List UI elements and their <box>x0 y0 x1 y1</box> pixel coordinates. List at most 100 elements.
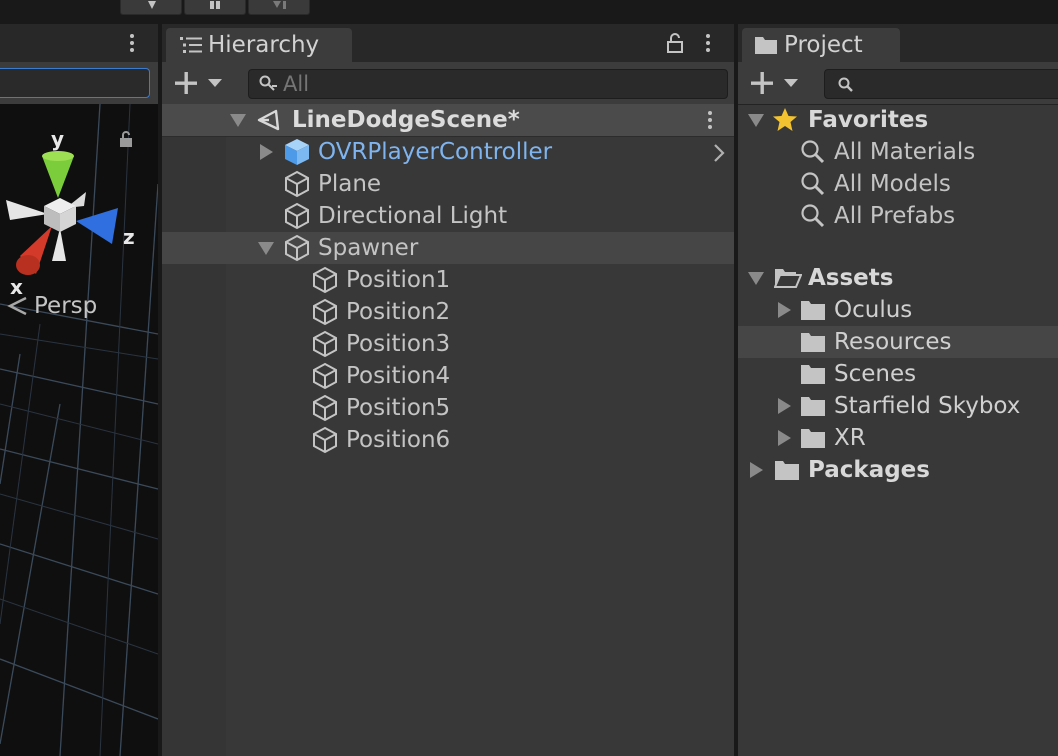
expand-arrow-icon[interactable] <box>230 114 246 127</box>
search-filter-icon <box>259 75 277 91</box>
expand-arrow-icon[interactable] <box>748 272 764 285</box>
folder-icon <box>801 333 825 352</box>
project-search-field[interactable] <box>824 69 1058 99</box>
favorites-item-all-models[interactable]: All Models <box>738 168 1058 200</box>
hierarchy-item-label: Spawner <box>318 235 419 261</box>
gameobject-cube-icon <box>285 234 309 262</box>
scene-tabstrip <box>0 24 158 62</box>
scene-row[interactable]: LineDodgeScene* <box>162 104 734 137</box>
hierarchy-item-label: Position4 <box>346 363 451 389</box>
hierarchy-item-plane[interactable]: Plane <box>162 168 734 200</box>
chevron-right-icon[interactable] <box>712 143 726 163</box>
pause-button[interactable] <box>184 0 246 15</box>
hierarchy-item-label: OVRPlayerController <box>318 139 553 165</box>
folder-label: Resources <box>834 329 952 355</box>
hierarchy-item-ovrplayercontroller[interactable]: OVRPlayerController <box>162 136 734 168</box>
hierarchy-item-position5[interactable]: Position5 <box>162 392 734 424</box>
favorites-item-label: All Models <box>834 171 951 197</box>
folder-icon <box>801 397 825 416</box>
assets-folder-oculus[interactable]: Oculus <box>738 294 1058 326</box>
gameobject-cube-icon <box>313 394 337 422</box>
gameobject-cube-icon <box>313 426 337 454</box>
hierarchy-item-label: Position3 <box>346 331 451 357</box>
star-icon <box>773 108 797 131</box>
favorites-item-all-prefabs[interactable]: All Prefabs <box>738 200 1058 232</box>
folder-icon <box>755 37 777 54</box>
scene-menu-kebab[interactable] <box>130 34 134 52</box>
tab-hierarchy[interactable]: Hierarchy <box>166 28 352 62</box>
plus-icon <box>751 72 773 94</box>
favorites-header[interactable]: Favorites <box>738 104 1058 136</box>
hierarchy-item-spawner[interactable]: Spawner <box>162 232 734 264</box>
expand-arrow-icon[interactable] <box>748 114 764 127</box>
lock-icon[interactable] <box>666 32 684 54</box>
scene-name: LineDodgeScene* <box>292 107 520 133</box>
hierarchy-search-input[interactable] <box>283 70 666 98</box>
packages-header[interactable]: Packages <box>738 454 1058 486</box>
search-icon <box>838 77 853 92</box>
assets-header[interactable]: Assets <box>738 262 1058 294</box>
assets-label: Assets <box>808 265 894 291</box>
hierarchy-search-field[interactable] <box>248 69 728 99</box>
scene-row-menu-kebab[interactable] <box>708 111 712 129</box>
favorites-item-all-materials[interactable]: All Materials <box>738 136 1058 168</box>
hierarchy-toolbar <box>162 62 734 105</box>
orientation-gizmo[interactable]: y z x <box>0 116 150 296</box>
hierarchy-tree: LineDodgeScene* OVRPlayerController Plan… <box>162 104 734 756</box>
hierarchy-item-position2[interactable]: Position2 <box>162 296 734 328</box>
projection-toggle[interactable]: Persp <box>6 292 97 320</box>
play-button[interactable] <box>120 0 182 15</box>
favorites-item-label: All Prefabs <box>834 203 956 229</box>
tab-hierarchy-label: Hierarchy <box>208 32 320 58</box>
search-icon <box>801 172 825 196</box>
search-icon <box>801 204 825 228</box>
tab-project[interactable]: Project <box>742 28 900 62</box>
hierarchy-item-position3[interactable]: Position3 <box>162 328 734 360</box>
top-toolbar <box>0 0 1058 24</box>
expand-arrow-icon[interactable] <box>260 144 273 160</box>
pause-icon <box>210 1 220 9</box>
expand-arrow-icon[interactable] <box>258 242 274 255</box>
expand-arrow-icon[interactable] <box>750 462 763 478</box>
project-create-dropdown-button[interactable] <box>748 70 804 96</box>
scene-toolbar <box>0 62 158 105</box>
hierarchy-menu-kebab[interactable] <box>706 34 710 52</box>
folder-icon <box>801 365 825 384</box>
folder-label: Starfield Skybox <box>834 393 1021 419</box>
hierarchy-item-label: Position6 <box>346 427 451 453</box>
gameobject-cube-icon <box>285 202 309 230</box>
step-icon <box>273 1 286 9</box>
favorites-label: Favorites <box>808 107 929 133</box>
folder-label: Scenes <box>834 361 917 387</box>
expand-arrow-icon[interactable] <box>778 398 791 414</box>
play-icon <box>148 1 156 9</box>
gameobject-cube-icon <box>313 330 337 358</box>
list-icon <box>180 37 202 53</box>
assets-folder-starfield-skybox[interactable]: Starfield Skybox <box>738 390 1058 422</box>
scene-search-field[interactable] <box>0 68 150 98</box>
folder-icon <box>775 461 799 480</box>
scene-view-panel: y z x Persp <box>0 24 158 756</box>
expand-arrow-icon[interactable] <box>778 430 791 446</box>
scene-viewport[interactable]: y z x Persp <box>0 104 158 756</box>
hierarchy-panel: Hierarchy LineDodgeScene* <box>162 24 734 756</box>
assets-folder-resources[interactable]: Resources <box>738 326 1058 358</box>
hierarchy-item-directional-light[interactable]: Directional Light <box>162 200 734 232</box>
chevron-down-icon <box>208 79 222 87</box>
expand-arrow-icon[interactable] <box>778 302 791 318</box>
chevron-down-icon <box>784 79 798 87</box>
folder-icon <box>801 301 825 320</box>
hierarchy-item-label: Position5 <box>346 395 451 421</box>
hierarchy-item-position6[interactable]: Position6 <box>162 424 734 456</box>
folder-icon <box>801 429 825 448</box>
assets-folder-xr[interactable]: XR <box>738 422 1058 454</box>
favorites-item-label: All Materials <box>834 139 976 165</box>
hierarchy-item-position1[interactable]: Position1 <box>162 264 734 296</box>
assets-folder-scenes[interactable]: Scenes <box>738 358 1058 390</box>
step-button[interactable] <box>248 0 310 15</box>
hierarchy-item-label: Position2 <box>346 299 451 325</box>
hierarchy-item-position4[interactable]: Position4 <box>162 360 734 392</box>
unity-scene-icon <box>257 109 280 131</box>
project-toolbar <box>738 62 1058 105</box>
create-dropdown-button[interactable] <box>172 70 228 96</box>
